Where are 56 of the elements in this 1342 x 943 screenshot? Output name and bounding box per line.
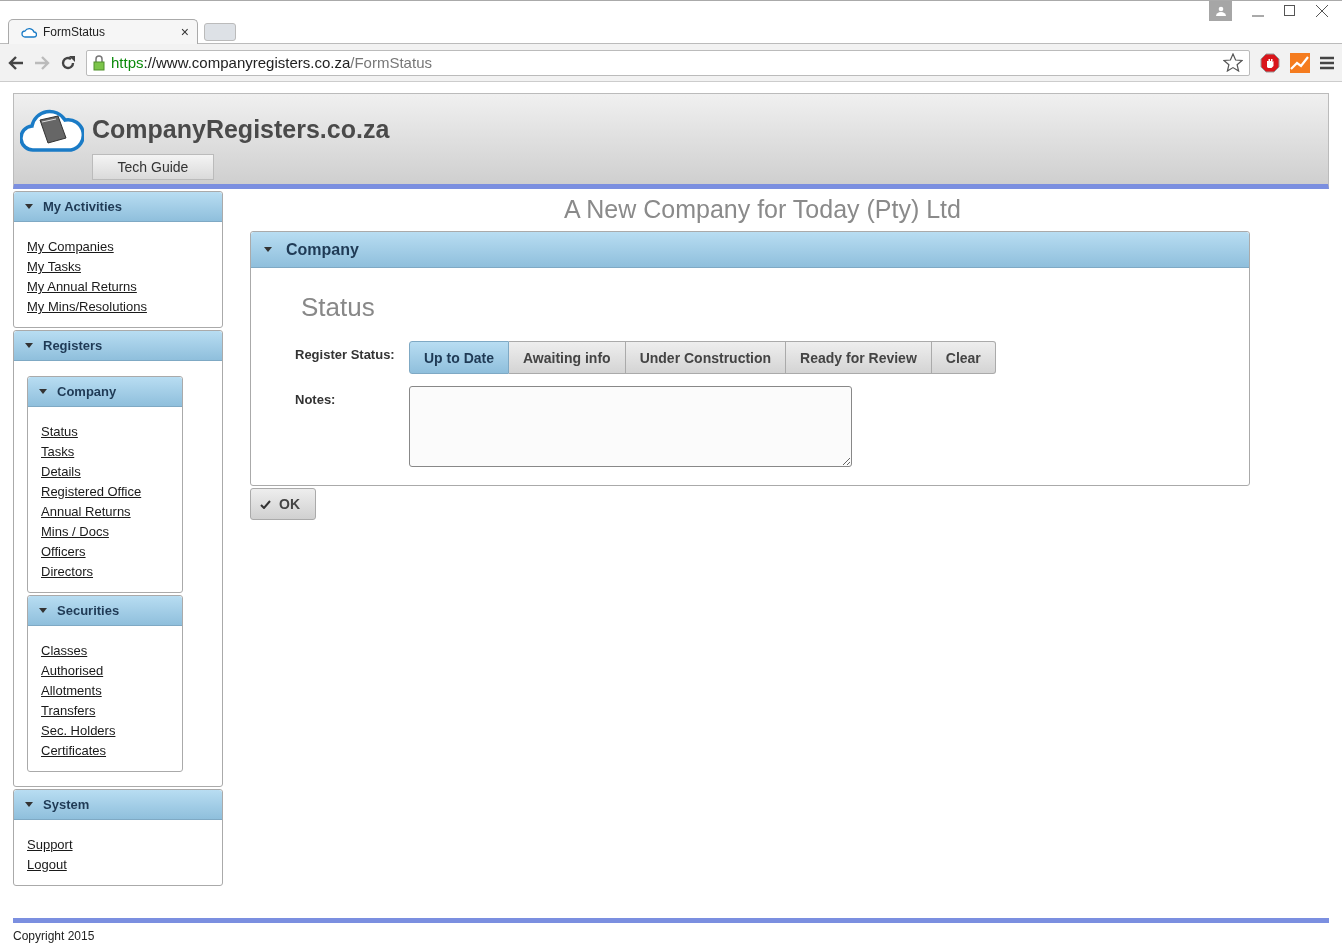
nav-link[interactable]: Officers (41, 542, 86, 562)
nav-link[interactable]: Directors (41, 562, 93, 582)
star-icon[interactable] (1223, 53, 1243, 72)
reload-icon[interactable] (60, 54, 76, 71)
field-label: Register Status: (295, 346, 396, 362)
back-icon[interactable] (8, 55, 24, 70)
stop-hand-icon[interactable] (1260, 52, 1280, 73)
close-tab-button[interactable]: × (180, 24, 189, 40)
status-option[interactable]: Under Construction (625, 341, 787, 374)
nav-link[interactable]: Transfers (41, 701, 96, 721)
panel-header[interactable]: Company (251, 232, 1249, 268)
nav-link[interactable]: My Mins/Resolutions (27, 297, 147, 317)
status-option[interactable]: Awaiting info (509, 341, 626, 374)
tech-guide-button[interactable]: Tech Guide (92, 154, 214, 180)
nav-link[interactable]: Certificates (41, 741, 107, 761)
panel-header[interactable]: System (14, 790, 222, 820)
status-option[interactable]: Clear (931, 341, 996, 374)
nav-link[interactable]: Support (27, 835, 73, 855)
browser-tab[interactable]: FormStatus × (8, 19, 198, 44)
nav-link[interactable]: Status (41, 422, 78, 442)
notes-field[interactable] (409, 386, 852, 467)
url-text: https://www.companyregisters.co.za/FormStatus (111, 54, 433, 71)
panel-header[interactable]: My Activities (14, 192, 222, 222)
nav-link[interactable]: Sec. Holders (41, 721, 116, 741)
company-name: A New Company for Today (Pty) Ltd (563, 195, 962, 225)
nav-link[interactable]: Classes (41, 641, 88, 661)
nav-link[interactable]: Registered Office (41, 482, 142, 502)
checkmark-icon (260, 499, 271, 509)
site-name: CompanyRegisters.co.za (92, 114, 391, 144)
nav-link[interactable]: My Tasks (27, 257, 81, 277)
tab-title: FormStatus (43, 25, 106, 39)
nav-link[interactable]: Details (41, 462, 81, 482)
maximize-icon[interactable] (1284, 5, 1296, 17)
panel-header[interactable]: Securities (28, 596, 182, 626)
chart-icon[interactable] (1290, 52, 1310, 73)
field-label: Notes: (295, 391, 337, 407)
ok-button[interactable]: OK (250, 488, 316, 520)
nav-link[interactable]: Mins / Docs (41, 522, 109, 542)
cloud-icon (21, 26, 37, 38)
panel-header[interactable]: Registers (14, 331, 222, 361)
address-bar[interactable]: https://www.companyregisters.co.za/FormStatus (86, 49, 1250, 76)
nav-link[interactable]: Logout (27, 855, 67, 875)
panel-header[interactable]: Company (28, 377, 182, 407)
nav-link[interactable]: Allotments (41, 681, 102, 701)
nav-link[interactable]: My Annual Returns (27, 277, 137, 297)
nav-link[interactable]: My Companies (27, 237, 114, 257)
menu-icon[interactable] (1320, 55, 1334, 70)
status-option[interactable]: Ready for Review (786, 341, 932, 374)
status-option[interactable]: Up to Date (409, 341, 509, 374)
copyright-text: Copyright 2015 (13, 929, 95, 943)
nav-link[interactable]: Tasks (41, 442, 75, 462)
nav-link[interactable]: Authorised (41, 661, 104, 681)
nav-link[interactable]: Annual Returns (41, 502, 131, 522)
close-icon[interactable] (1316, 5, 1328, 17)
section-heading: Status (301, 292, 376, 323)
padlock-icon (93, 54, 105, 71)
